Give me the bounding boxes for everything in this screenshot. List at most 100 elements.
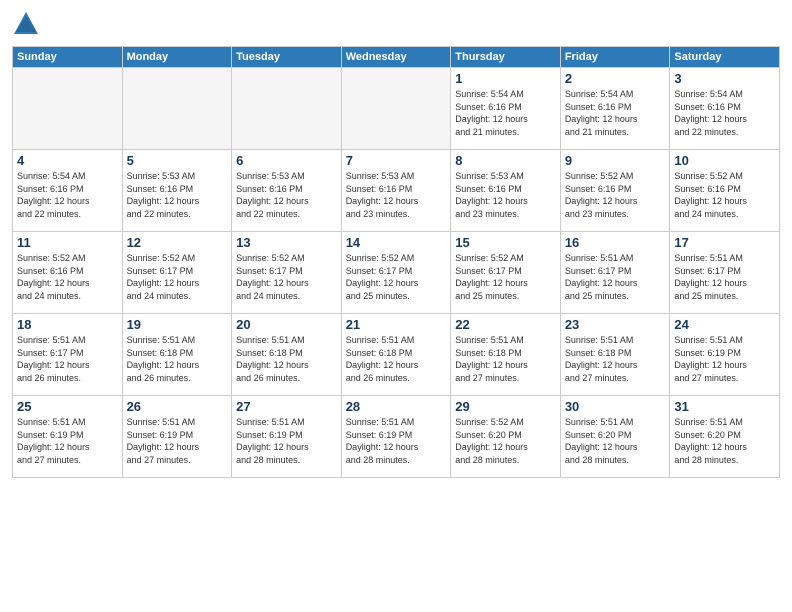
weekday-header-sunday: Sunday: [13, 47, 123, 68]
weekday-header-wednesday: Wednesday: [341, 47, 451, 68]
calendar-table: SundayMondayTuesdayWednesdayThursdayFrid…: [12, 46, 780, 478]
calendar-day-cell: 11 Sunrise: 5:52 AM Sunset: 6:16 PM Dayli…: [13, 232, 123, 314]
page-container: SundayMondayTuesdayWednesdayThursdayFrid…: [0, 0, 792, 486]
calendar-day-cell: 20Sunrise: 5:51 AM Sunset: 6:18 PM Dayli…: [232, 314, 342, 396]
day-info: Sunrise: 5:52 AM Sunset: 6:17 PM Dayligh…: [236, 252, 337, 302]
calendar-day-cell: 5 Sunrise: 5:53 AM Sunset: 6:16 PM Daylig…: [122, 150, 232, 232]
calendar-day-cell: 26 Sunrise: 5:51 AM Sunset: 6:19 PM Dayli…: [122, 396, 232, 478]
weekday-header-friday: Friday: [560, 47, 670, 68]
calendar-week-1: 1 Sunrise: 5:54 AM Sunset: 6:16 PM Daylig…: [13, 68, 780, 150]
day-info: Sunrise: 5:53 AM Sunset: 6:16 PM Dayligh…: [127, 170, 228, 220]
day-number: 2: [565, 71, 666, 86]
calendar-day-cell: 19 Sunrise: 5:51 AM Sunset: 6:18 PM Dayli…: [122, 314, 232, 396]
day-number: 6: [236, 153, 337, 168]
calendar-day-cell: 17 Sunrise: 5:51 AM Sunset: 6:17 PM Dayli…: [670, 232, 780, 314]
calendar-day-cell: [341, 68, 451, 150]
day-info: Sunrise: 5:51 AM Sunset: 6:17 PM Dayligh…: [17, 334, 118, 384]
day-number: 12: [127, 235, 228, 250]
day-info: Sunrise: 5:54 AM Sunset: 6:16 PM Dayligh…: [17, 170, 118, 220]
day-number: 23: [565, 317, 666, 332]
calendar-day-cell: 27Sunrise: 5:51 AM Sunset: 6:19 PM Dayli…: [232, 396, 342, 478]
day-number: 19: [127, 317, 228, 332]
calendar-day-cell: 28 Sunrise: 5:51 AM Sunset: 6:19 PM Dayli…: [341, 396, 451, 478]
calendar-day-cell: 13 Sunrise: 5:52 AM Sunset: 6:17 PM Dayli…: [232, 232, 342, 314]
day-number: 18: [17, 317, 118, 332]
day-info: Sunrise: 5:54 AM Sunset: 6:16 PM Dayligh…: [674, 88, 775, 138]
calendar-day-cell: 21Sunrise: 5:51 AM Sunset: 6:18 PM Dayli…: [341, 314, 451, 396]
calendar-day-cell: 9 Sunrise: 5:52 AM Sunset: 6:16 PM Daylig…: [560, 150, 670, 232]
day-info: Sunrise: 5:51 AM Sunset: 6:18 PM Dayligh…: [455, 334, 556, 384]
logo: [12, 10, 44, 38]
calendar-day-cell: 29 Sunrise: 5:52 AM Sunset: 6:20 PM Dayli…: [451, 396, 561, 478]
day-info: Sunrise: 5:52 AM Sunset: 6:17 PM Dayligh…: [346, 252, 447, 302]
day-number: 28: [346, 399, 447, 414]
day-info: Sunrise: 5:54 AM Sunset: 6:16 PM Dayligh…: [455, 88, 556, 138]
weekday-header-thursday: Thursday: [451, 47, 561, 68]
calendar-day-cell: 25Sunrise: 5:51 AM Sunset: 6:19 PM Dayli…: [13, 396, 123, 478]
day-info: Sunrise: 5:51 AM Sunset: 6:19 PM Dayligh…: [674, 334, 775, 384]
day-info: Sunrise: 5:52 AM Sunset: 6:16 PM Dayligh…: [17, 252, 118, 302]
calendar-day-cell: 12Sunrise: 5:52 AM Sunset: 6:17 PM Dayli…: [122, 232, 232, 314]
day-info: Sunrise: 5:51 AM Sunset: 6:20 PM Dayligh…: [565, 416, 666, 466]
day-info: Sunrise: 5:51 AM Sunset: 6:20 PM Dayligh…: [674, 416, 775, 466]
day-number: 4: [17, 153, 118, 168]
day-number: 17: [674, 235, 775, 250]
day-info: Sunrise: 5:51 AM Sunset: 6:18 PM Dayligh…: [565, 334, 666, 384]
day-info: Sunrise: 5:51 AM Sunset: 6:19 PM Dayligh…: [127, 416, 228, 466]
day-number: 10: [674, 153, 775, 168]
day-number: 13: [236, 235, 337, 250]
calendar-week-4: 18 Sunrise: 5:51 AM Sunset: 6:17 PM Dayli…: [13, 314, 780, 396]
day-number: 1: [455, 71, 556, 86]
calendar-week-3: 11 Sunrise: 5:52 AM Sunset: 6:16 PM Dayli…: [13, 232, 780, 314]
day-info: Sunrise: 5:51 AM Sunset: 6:17 PM Dayligh…: [674, 252, 775, 302]
calendar-day-cell: 6 Sunrise: 5:53 AM Sunset: 6:16 PM Daylig…: [232, 150, 342, 232]
day-number: 31: [674, 399, 775, 414]
calendar-week-5: 25Sunrise: 5:51 AM Sunset: 6:19 PM Dayli…: [13, 396, 780, 478]
day-info: Sunrise: 5:52 AM Sunset: 6:17 PM Dayligh…: [455, 252, 556, 302]
day-info: Sunrise: 5:53 AM Sunset: 6:16 PM Dayligh…: [346, 170, 447, 220]
day-info: Sunrise: 5:51 AM Sunset: 6:18 PM Dayligh…: [127, 334, 228, 384]
calendar-day-cell: 30Sunrise: 5:51 AM Sunset: 6:20 PM Dayli…: [560, 396, 670, 478]
calendar-day-cell: 1 Sunrise: 5:54 AM Sunset: 6:16 PM Daylig…: [451, 68, 561, 150]
weekday-header-row: SundayMondayTuesdayWednesdayThursdayFrid…: [13, 47, 780, 68]
calendar-day-cell: [232, 68, 342, 150]
day-info: Sunrise: 5:52 AM Sunset: 6:16 PM Dayligh…: [565, 170, 666, 220]
day-number: 5: [127, 153, 228, 168]
day-number: 26: [127, 399, 228, 414]
calendar-day-cell: [122, 68, 232, 150]
weekday-header-tuesday: Tuesday: [232, 47, 342, 68]
day-number: 11: [17, 235, 118, 250]
day-number: 21: [346, 317, 447, 332]
day-info: Sunrise: 5:51 AM Sunset: 6:19 PM Dayligh…: [346, 416, 447, 466]
calendar-week-2: 4 Sunrise: 5:54 AM Sunset: 6:16 PM Daylig…: [13, 150, 780, 232]
day-info: Sunrise: 5:53 AM Sunset: 6:16 PM Dayligh…: [455, 170, 556, 220]
calendar-day-cell: 2Sunrise: 5:54 AM Sunset: 6:16 PM Daylig…: [560, 68, 670, 150]
day-info: Sunrise: 5:52 AM Sunset: 6:20 PM Dayligh…: [455, 416, 556, 466]
logo-icon: [12, 10, 40, 38]
weekday-header-monday: Monday: [122, 47, 232, 68]
day-number: 27: [236, 399, 337, 414]
weekday-header-saturday: Saturday: [670, 47, 780, 68]
calendar-day-cell: 18 Sunrise: 5:51 AM Sunset: 6:17 PM Dayli…: [13, 314, 123, 396]
day-number: 15: [455, 235, 556, 250]
day-info: Sunrise: 5:53 AM Sunset: 6:16 PM Dayligh…: [236, 170, 337, 220]
calendar-day-cell: [13, 68, 123, 150]
calendar-day-cell: 4 Sunrise: 5:54 AM Sunset: 6:16 PM Daylig…: [13, 150, 123, 232]
calendar-day-cell: 15 Sunrise: 5:52 AM Sunset: 6:17 PM Dayli…: [451, 232, 561, 314]
calendar-day-cell: 23 Sunrise: 5:51 AM Sunset: 6:18 PM Dayli…: [560, 314, 670, 396]
day-number: 7: [346, 153, 447, 168]
calendar-day-cell: 8Sunrise: 5:53 AM Sunset: 6:16 PM Daylig…: [451, 150, 561, 232]
day-info: Sunrise: 5:52 AM Sunset: 6:16 PM Dayligh…: [674, 170, 775, 220]
day-number: 9: [565, 153, 666, 168]
day-number: 3: [674, 71, 775, 86]
calendar-day-cell: 3 Sunrise: 5:54 AM Sunset: 6:16 PM Daylig…: [670, 68, 780, 150]
calendar-day-cell: 10 Sunrise: 5:52 AM Sunset: 6:16 PM Dayli…: [670, 150, 780, 232]
day-number: 22: [455, 317, 556, 332]
calendar-day-cell: 22 Sunrise: 5:51 AM Sunset: 6:18 PM Dayli…: [451, 314, 561, 396]
day-number: 14: [346, 235, 447, 250]
calendar-day-cell: 24 Sunrise: 5:51 AM Sunset: 6:19 PM Dayli…: [670, 314, 780, 396]
day-number: 24: [674, 317, 775, 332]
calendar-day-cell: 7 Sunrise: 5:53 AM Sunset: 6:16 PM Daylig…: [341, 150, 451, 232]
day-number: 29: [455, 399, 556, 414]
day-info: Sunrise: 5:51 AM Sunset: 6:19 PM Dayligh…: [17, 416, 118, 466]
